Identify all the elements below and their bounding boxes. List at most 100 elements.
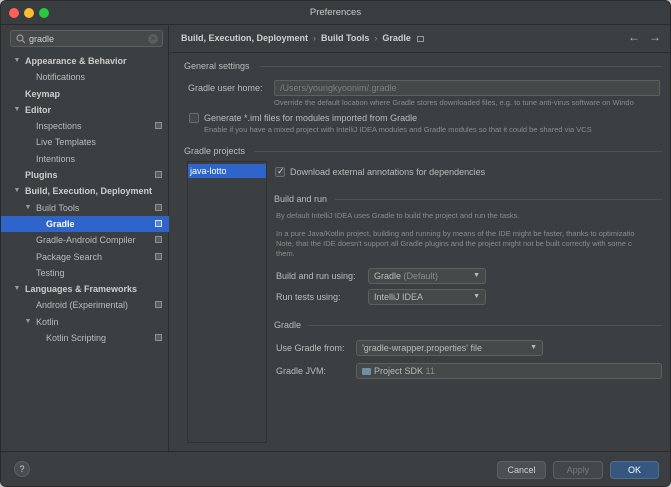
- run-tests-using-dropdown[interactable]: IntelliJ IDEA ▼: [368, 289, 486, 305]
- gradle-user-home-field[interactable]: /Users/youngkyoonim/.gradle: [274, 80, 660, 96]
- generate-iml-hint: Enable if you have a mixed project with …: [204, 125, 592, 134]
- dropdown-value: Project SDK: [374, 366, 424, 376]
- breadcrumb: Build, Execution, Deployment › Build Tools…: [181, 33, 424, 43]
- build-and-run-using-label: Build and run using:: [276, 271, 356, 281]
- build-and-run-hint: By default IntelliJ IDEA uses Gradle to …: [276, 211, 520, 220]
- gradle-projects-list[interactable]: java-lotto: [187, 161, 267, 443]
- title-bar: Preferences: [1, 1, 670, 25]
- project-settings-icon: [155, 252, 162, 260]
- sidebar-item-build-execution-deployment[interactable]: ▼ Build, Execution, Deployment: [1, 183, 169, 199]
- sidebar-item-plugins[interactable]: Plugins: [1, 167, 169, 183]
- sidebar-item-kotlin[interactable]: ▼ Kotlin: [1, 314, 169, 330]
- build-and-run-hint: them.: [276, 249, 295, 258]
- download-annotations-label: Download external annotations for depend…: [290, 167, 486, 177]
- chevron-down-icon[interactable]: ▼: [12, 53, 22, 69]
- sidebar-item-label: Appearance & Behavior: [25, 56, 127, 66]
- dialog-footer: ? Cancel Apply OK: [1, 451, 670, 486]
- use-gradle-from-label: Use Gradle from:: [276, 343, 345, 353]
- download-annotations-checkbox[interactable]: ✓: [275, 166, 285, 177]
- sidebar-item-build-tools[interactable]: ▼ Build Tools: [1, 200, 169, 216]
- chevron-down-icon[interactable]: ▼: [23, 200, 33, 216]
- sidebar-item-testing[interactable]: Testing: [1, 265, 169, 281]
- build-and-run-title: Build and run: [274, 194, 328, 204]
- sidebar-item-label: Kotlin: [36, 316, 59, 327]
- project-settings-icon: [155, 334, 162, 342]
- sidebar-item-label: Gradle: [46, 218, 75, 229]
- list-item[interactable]: java-lotto: [188, 164, 266, 178]
- section-divider: [308, 325, 662, 326]
- cancel-button[interactable]: Cancel: [497, 461, 546, 479]
- sidebar-item-gradle[interactable]: Gradle: [1, 215, 169, 233]
- settings-content: Build, Execution, Deployment › Build Tools…: [170, 25, 670, 451]
- ok-button[interactable]: OK: [610, 461, 659, 479]
- sidebar-item-label: Editor: [25, 104, 51, 115]
- general-settings-title: General settings: [184, 61, 250, 71]
- sidebar-item-label: Gradle-Android Compiler: [36, 235, 136, 246]
- preferences-window: Preferences gradle × ▼ Appearance & Beha…: [0, 0, 671, 487]
- chevron-down-icon: ▼: [473, 272, 480, 279]
- breadcrumb-separator-icon: ›: [374, 33, 378, 43]
- build-and-run-using-dropdown[interactable]: Gradle (Default) ▼: [368, 268, 486, 284]
- project-settings-icon: [155, 236, 162, 244]
- settings-sidebar: gradle × ▼ Appearance & Behavior Notific…: [1, 25, 169, 451]
- sidebar-item-label: Package Search: [36, 251, 103, 262]
- gradle-section-title: Gradle: [274, 320, 302, 330]
- breadcrumb-separator-icon: ›: [313, 33, 317, 43]
- gradle-jvm-label: Gradle JVM:: [276, 366, 327, 376]
- checkmark-icon: ✓: [277, 166, 285, 176]
- gradle-user-home-hint: Override the default location where Grad…: [274, 98, 634, 107]
- project-settings-icon: [155, 122, 162, 130]
- sidebar-item-package-search[interactable]: Package Search: [1, 249, 169, 265]
- sidebar-item-label: Languages & Frameworks: [25, 284, 138, 295]
- sidebar-item-label: Notifications: [36, 72, 86, 83]
- dropdown-value: Gradle: [374, 271, 402, 281]
- chevron-down-icon[interactable]: ▼: [12, 281, 22, 297]
- project-settings-icon: [155, 171, 162, 179]
- sidebar-item-kotlin-scripting[interactable]: Kotlin Scripting: [1, 330, 169, 346]
- sidebar-item-label: Intentions: [36, 153, 76, 164]
- sidebar-item-gradle-android-compiler[interactable]: Gradle-Android Compiler: [1, 232, 169, 248]
- breadcrumb-item: Build Tools: [321, 33, 370, 43]
- settings-tree: ▼ Appearance & Behavior Notifications Ke…: [1, 53, 169, 346]
- sidebar-item-inspections[interactable]: Inspections: [1, 118, 169, 134]
- sidebar-item-label: Inspections: [36, 121, 82, 132]
- gradle-jvm-dropdown[interactable]: Project SDK 11: [356, 363, 662, 379]
- sidebar-item-label: Build, Execution, Deployment: [25, 186, 153, 197]
- forward-arrow-icon[interactable]: →: [649, 30, 661, 44]
- dropdown-value: 'gradle-wrapper.properties' file: [362, 343, 482, 353]
- generate-iml-checkbox[interactable]: [189, 113, 199, 123]
- sidebar-item-appearance-behavior[interactable]: ▼ Appearance & Behavior: [1, 53, 169, 69]
- section-divider: [260, 66, 662, 67]
- sidebar-item-live-templates[interactable]: Live Templates: [1, 134, 169, 150]
- breadcrumb-item: Build, Execution, Deployment: [181, 33, 309, 43]
- sidebar-item-label: Android (Experimental): [36, 300, 129, 311]
- search-input-value: gradle: [29, 34, 55, 44]
- window-title: Preferences: [309, 7, 362, 18]
- sidebar-item-languages-frameworks[interactable]: ▼ Languages & Frameworks: [1, 281, 169, 297]
- run-tests-using-label: Run tests using:: [276, 292, 341, 302]
- gradle-projects-title: Gradle projects: [184, 146, 246, 156]
- sidebar-item-android-experimental[interactable]: Android (Experimental): [1, 297, 169, 313]
- clear-search-icon[interactable]: ×: [148, 34, 158, 44]
- dropdown-value: IntelliJ IDEA: [374, 292, 424, 302]
- section-divider: [335, 199, 662, 200]
- back-arrow-icon[interactable]: ←: [628, 30, 640, 44]
- apply-button[interactable]: Apply: [553, 461, 603, 479]
- sidebar-item-label: Plugins: [25, 170, 58, 181]
- settings-search-input[interactable]: gradle ×: [10, 30, 163, 47]
- sidebar-item-editor[interactable]: ▼ Editor: [1, 102, 169, 118]
- chevron-down-icon[interactable]: ▼: [12, 183, 22, 199]
- sidebar-item-keymap[interactable]: Keymap: [1, 86, 169, 102]
- use-gradle-from-dropdown[interactable]: 'gradle-wrapper.properties' file ▼: [356, 340, 543, 356]
- build-and-run-hint: In a pure Java/Kotlin project, building …: [276, 229, 635, 238]
- chevron-down-icon[interactable]: ▼: [23, 314, 33, 330]
- dropdown-default-suffix: (Default): [403, 271, 439, 281]
- sidebar-item-notifications[interactable]: Notifications: [1, 69, 169, 85]
- help-button[interactable]: ?: [14, 461, 30, 477]
- sidebar-item-intentions[interactable]: Intentions: [1, 151, 169, 167]
- chevron-down-icon: ▼: [530, 344, 537, 351]
- project-settings-icon: [416, 35, 424, 42]
- build-and-run-hint: Note, that the IDE doesn't support all G…: [276, 239, 632, 248]
- section-divider: [254, 151, 662, 152]
- chevron-down-icon[interactable]: ▼: [12, 102, 22, 118]
